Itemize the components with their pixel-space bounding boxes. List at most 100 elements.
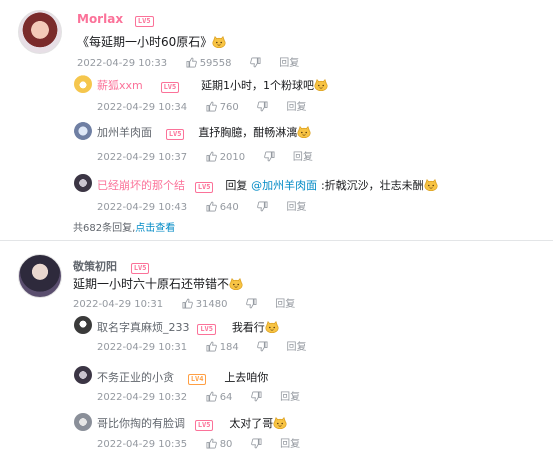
dislike-icon[interactable] [257, 341, 268, 352]
reply-button[interactable]: 回复 [280, 439, 300, 450]
reply-username[interactable]: 哥比你掏的有脸调 [97, 417, 185, 430]
like-count: 2010 [219, 152, 246, 163]
like-count: 59558 [199, 58, 232, 69]
like-icon[interactable] [206, 151, 217, 162]
reply-text: 上去咱你 [224, 371, 269, 384]
level-badge: LV5 [197, 324, 216, 335]
reply-date: 2022-04-29 10:37 [97, 152, 188, 163]
reply-prefix: 回复 [225, 179, 248, 192]
comment-header: 敬策初阳 LV5 [73, 259, 150, 274]
reply-button[interactable]: 回复 [287, 342, 307, 353]
like-icon[interactable] [206, 101, 217, 112]
reply-date: 2022-04-29 10:31 [97, 342, 188, 353]
reply-meta: 2022-04-29 10:32 64 回复 [97, 391, 300, 404]
reply-avatar[interactable] [74, 75, 92, 93]
like-icon[interactable] [182, 298, 193, 309]
comment-text: 《每延期一小时60原石》 [77, 35, 213, 49]
reply-line: 不务正业的小贪 LV4 上去咱你 [97, 370, 268, 385]
reply-button[interactable]: 回复 [287, 102, 307, 113]
like-icon[interactable] [206, 438, 217, 449]
reply-avatar[interactable] [74, 413, 92, 431]
reply-date: 2022-04-29 10:34 [97, 102, 188, 113]
dislike-icon[interactable] [246, 298, 257, 309]
reply-avatar[interactable] [74, 366, 92, 384]
reply-button[interactable]: 回复 [279, 58, 299, 69]
like-icon[interactable] [206, 391, 217, 402]
reply-line: 哥比你掏的有脸调 LV5 太对了哥 [97, 416, 287, 431]
reply-username[interactable]: 加州羊肉面 [97, 126, 152, 139]
like-count: 760 [219, 102, 239, 113]
reply-meta: 2022-04-29 10:37 2010 回复 [97, 151, 313, 164]
reply-button[interactable]: 回复 [275, 299, 295, 310]
reply-date: 2022-04-29 10:35 [97, 439, 188, 450]
view-more-link[interactable]: 点击查看 [135, 223, 175, 234]
comment-meta: 2022-04-29 10:33 59558 回复 [77, 57, 299, 70]
reply-meta: 2022-04-29 10:31 184 回复 [97, 341, 307, 354]
dislike-icon[interactable] [264, 151, 275, 162]
reply-username[interactable]: 已经崩坏的那个结 [97, 179, 185, 192]
mention-link[interactable]: @加州羊肉面 [251, 179, 317, 192]
reply-text: 延期1小时，1个粉球吧 [201, 79, 315, 92]
comment-date: 2022-04-29 10:33 [77, 58, 168, 69]
comment-date: 2022-04-29 10:31 [73, 299, 164, 310]
like-count: 31480 [195, 299, 228, 310]
level-badge: LV5 [165, 129, 185, 140]
level-badge: LV5 [194, 420, 214, 431]
reply-text: 直抒胸臆，酣畅淋漓 [198, 126, 298, 139]
like-icon[interactable] [186, 57, 197, 68]
dislike-icon[interactable] [250, 57, 261, 68]
cat-emoji-icon [229, 278, 243, 290]
level-badge: LV5 [134, 16, 154, 27]
reply-text: 太对了哥 [229, 417, 274, 430]
reply-button[interactable]: 回复 [287, 202, 307, 213]
reply-button[interactable]: 回复 [293, 152, 313, 163]
dislike-icon[interactable] [257, 201, 268, 212]
user-avatar[interactable] [18, 254, 62, 298]
dislike-icon[interactable] [257, 101, 268, 112]
reply-count-text: 共682条回复, [73, 223, 136, 234]
cat-emoji-icon [314, 79, 328, 91]
like-count: 640 [219, 202, 239, 213]
comment-content: 延期一小时六十原石还带错不 [73, 276, 243, 292]
comment-content: 《每延期一小时60原石》 [77, 34, 226, 50]
reply-meta: 2022-04-29 10:43 640 回复 [97, 201, 307, 214]
like-count: 80 [219, 439, 233, 450]
reply-text: :折戟沉沙，壮志未酬 [320, 179, 424, 192]
user-avatar[interactable] [18, 10, 62, 54]
reply-meta: 2022-04-29 10:35 80 回复 [97, 438, 300, 451]
level-badge: LV4 [187, 374, 207, 385]
level-badge: LV5 [194, 182, 214, 193]
reply-avatar[interactable] [74, 174, 92, 192]
reply-username[interactable]: 不务正业的小贪 [97, 371, 174, 384]
reply-avatar[interactable] [74, 122, 92, 140]
reply-meta: 2022-04-29 10:34 760 回复 [97, 101, 307, 114]
like-icon[interactable] [206, 341, 217, 352]
reply-text: 我看行 [231, 321, 265, 334]
like-count: 64 [219, 392, 233, 403]
dislike-icon[interactable] [251, 438, 262, 449]
username[interactable]: Morlax [77, 12, 123, 26]
reply-line: 已经崩坏的那个结 LV5 回复 @加州羊肉面 :折戟沉沙，壮志未酬 [97, 178, 438, 193]
reply-line: 加州羊肉面 LV5 直抒胸臆，酣畅淋漓 [97, 125, 311, 140]
reply-username[interactable]: 取名字真麻烦_233 [97, 321, 190, 334]
cat-emoji-icon [273, 417, 287, 429]
cat-emoji-icon [424, 179, 438, 191]
cat-emoji-icon [265, 321, 279, 333]
like-icon[interactable] [206, 201, 217, 212]
reply-username[interactable]: 薪狐xxm [97, 79, 143, 92]
comment-header: Morlax LV5 [77, 12, 154, 27]
reply-date: 2022-04-29 10:32 [97, 392, 188, 403]
reply-line: 薪狐xxm LV5 延期1小时，1个粉球吧 [97, 78, 328, 93]
username[interactable]: 敬策初阳 [73, 260, 117, 273]
dislike-icon[interactable] [251, 391, 262, 402]
reply-button[interactable]: 回复 [280, 392, 300, 403]
comment-divider [0, 240, 553, 241]
view-more-replies: 共682条回复,点击查看 [73, 219, 175, 234]
like-count: 184 [219, 342, 239, 353]
level-badge: LV5 [160, 82, 180, 93]
reply-avatar[interactable] [74, 316, 92, 334]
cat-emoji-icon [297, 126, 311, 138]
reply-line: 取名字真麻烦_233 LV5 我看行 [97, 320, 279, 335]
level-badge: LV5 [130, 263, 150, 274]
comment-text: 延期一小时六十原石还带错不 [73, 277, 230, 291]
